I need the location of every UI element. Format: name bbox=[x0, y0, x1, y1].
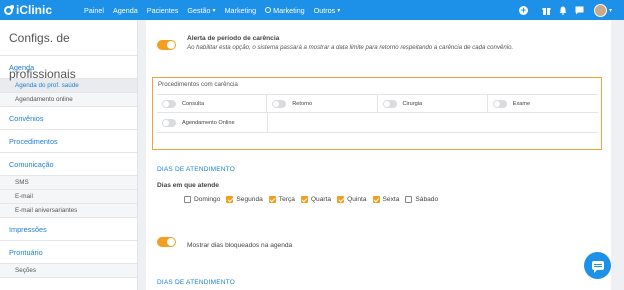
chat-icon[interactable] bbox=[575, 6, 584, 15]
procedures-title: Procedimentos com carência bbox=[158, 81, 238, 88]
day-sabado-checkbox[interactable] bbox=[405, 196, 413, 203]
nav-item-agenda[interactable]: Agenda bbox=[113, 6, 138, 15]
day-sexta[interactable]: Sexta bbox=[372, 196, 400, 203]
procedure-retorno-toggle[interactable] bbox=[272, 99, 287, 108]
day-quinta-label: Quinta bbox=[347, 196, 367, 203]
chat-bubble-icon bbox=[591, 261, 604, 273]
procedure-exame: Exame bbox=[488, 95, 598, 112]
sidebar-section-comunicacao[interactable]: Comunicação bbox=[0, 153, 137, 176]
day-sexta-label: Sexta bbox=[382, 196, 400, 203]
day-quarta-label: Quarta bbox=[310, 196, 332, 203]
procedure-consulta-toggle[interactable] bbox=[162, 99, 176, 108]
marketing-icon bbox=[265, 7, 272, 13]
nav-item-pacientes[interactable]: Pacientes bbox=[147, 6, 179, 15]
chevron-down-icon: ▾ bbox=[337, 7, 341, 14]
day-quinta-checkbox[interactable] bbox=[337, 196, 345, 203]
day-sabado-label: Sábado bbox=[415, 196, 439, 203]
days-heading-2: DIAS DE ATENDIMENTO bbox=[157, 279, 235, 286]
day-terca-checkbox[interactable] bbox=[268, 196, 276, 203]
nav-item-marketing-2-label: Marketing bbox=[273, 5, 305, 15]
procedure-cirurgia-toggle[interactable] bbox=[382, 99, 397, 108]
procedure-consulta-label: Consulta bbox=[182, 100, 205, 107]
procedures-grid: Consulta Retorno Cirurgia Exame Agendame… bbox=[157, 94, 598, 133]
sidebar-section-impressoes[interactable]: Impressões bbox=[0, 218, 137, 241]
nav-item-gestao[interactable]: Gestão ▾ bbox=[187, 6, 215, 15]
avatar[interactable] bbox=[593, 3, 607, 17]
sidebar: Configs. de profissionais Agenda Agenda … bbox=[0, 20, 138, 290]
day-segunda[interactable]: Segunda bbox=[226, 196, 263, 203]
procedure-retorno: Retorno bbox=[267, 95, 378, 112]
day-terca-label: Terça bbox=[278, 196, 295, 203]
sidebar-section-prontuario[interactable]: Prontuário bbox=[0, 241, 137, 264]
chevron-down-icon[interactable]: ▾ bbox=[609, 7, 612, 14]
day-quarta[interactable]: Quarta bbox=[300, 196, 332, 203]
days-heading: DIAS DE ATENDIMENTO bbox=[157, 166, 235, 173]
sidebar-item-sms[interactable]: SMS bbox=[0, 176, 137, 190]
add-circle-icon[interactable]: + bbox=[518, 5, 528, 15]
sidebar-item-agenda-prof[interactable]: Agenda do prof. saúde bbox=[0, 79, 137, 93]
gift-icon[interactable] bbox=[542, 6, 551, 15]
day-segunda-label: Segunda bbox=[236, 196, 263, 203]
sidebar-section-convenios[interactable]: Convênios bbox=[0, 107, 137, 130]
blocked-days-toggle[interactable] bbox=[157, 237, 176, 247]
procedures-row: Agendamento Online bbox=[157, 113, 598, 133]
procedure-exame-label: Exame bbox=[512, 100, 531, 107]
sidebar-item-agendamento-online[interactable]: Agendamento online bbox=[0, 93, 137, 107]
procedures-box: Procedimentos com carência Consulta Reto… bbox=[152, 77, 602, 150]
sidebar-item-email-aniversariantes[interactable]: E-mail aniversariantes bbox=[0, 204, 137, 218]
nav-item-gestao-label: Gestão bbox=[187, 5, 211, 15]
procedure-consulta: Consulta bbox=[157, 95, 268, 112]
alert-grace-period-toggle[interactable] bbox=[157, 40, 176, 50]
day-domingo-checkbox[interactable] bbox=[184, 196, 191, 203]
page-scrollbar[interactable] bbox=[617, 20, 624, 290]
nav-item-painel[interactable]: Painel bbox=[84, 6, 104, 15]
procedure-agendamento-online-label: Agendamento Online bbox=[182, 119, 235, 126]
sidebar-item-secoes[interactable]: Seções bbox=[0, 264, 137, 278]
procedure-exame-toggle[interactable] bbox=[492, 99, 507, 108]
day-domingo[interactable]: Domingo bbox=[184, 196, 220, 203]
days-checkbox-group: Domingo Segunda Terça Quarta Quinta Sext… bbox=[184, 196, 444, 203]
procedure-retorno-label: Retorno bbox=[292, 100, 313, 107]
nav-item-outros-label: Outros bbox=[313, 5, 336, 15]
support-chat-button[interactable] bbox=[584, 252, 611, 279]
day-sexta-checkbox[interactable] bbox=[372, 196, 380, 203]
day-sabado[interactable]: Sábado bbox=[405, 196, 438, 203]
main-nav: Painel Agenda Pacientes Gestão ▾ Marketin… bbox=[84, 6, 349, 15]
main-panel bbox=[146, 20, 611, 290]
nav-item-marketing-2[interactable]: Marketing bbox=[265, 6, 305, 15]
day-domingo-label: Domingo bbox=[194, 196, 221, 203]
procedure-agendamento-online: Agendamento Online bbox=[157, 113, 268, 132]
logo-icon bbox=[4, 4, 14, 15]
top-navbar: iClinic Painel Agenda Pacientes Gestão ▾ … bbox=[0, 0, 624, 20]
top-icons: + ▾ bbox=[511, 0, 612, 20]
day-terca[interactable]: Terça bbox=[268, 196, 295, 203]
brand-name: iClinic bbox=[16, 3, 53, 17]
sidebar-item-email[interactable]: E-mail bbox=[0, 190, 137, 204]
bell-icon[interactable] bbox=[559, 6, 567, 15]
alert-description: Ao habilitar esta opção, o sistema passa… bbox=[187, 44, 514, 51]
sidebar-title: Configs. de profissionais bbox=[0, 20, 137, 81]
procedure-agendamento-online-toggle[interactable] bbox=[162, 118, 176, 127]
day-quarta-checkbox[interactable] bbox=[300, 196, 308, 203]
day-segunda-checkbox[interactable] bbox=[226, 196, 234, 203]
procedure-empty-cell bbox=[268, 113, 598, 132]
brand-logo[interactable]: iClinic bbox=[4, 3, 52, 17]
procedure-cirurgia-label: Cirurgia bbox=[402, 100, 423, 107]
days-label: Dias em que atende bbox=[157, 182, 219, 189]
blocked-days-label: Mostrar dias bloqueados na agenda bbox=[187, 242, 293, 249]
nav-item-marketing[interactable]: Marketing bbox=[225, 6, 257, 15]
chevron-down-icon: ▾ bbox=[212, 7, 216, 14]
sidebar-section-procedimentos[interactable]: Procedimentos bbox=[0, 130, 137, 153]
alert-title: Alerta de período de carência bbox=[187, 35, 280, 42]
nav-item-outros[interactable]: Outros ▾ bbox=[314, 6, 341, 15]
procedures-row: Consulta Retorno Cirurgia Exame bbox=[157, 94, 598, 113]
procedure-cirurgia: Cirurgia bbox=[378, 95, 488, 112]
day-quinta[interactable]: Quinta bbox=[337, 196, 367, 203]
